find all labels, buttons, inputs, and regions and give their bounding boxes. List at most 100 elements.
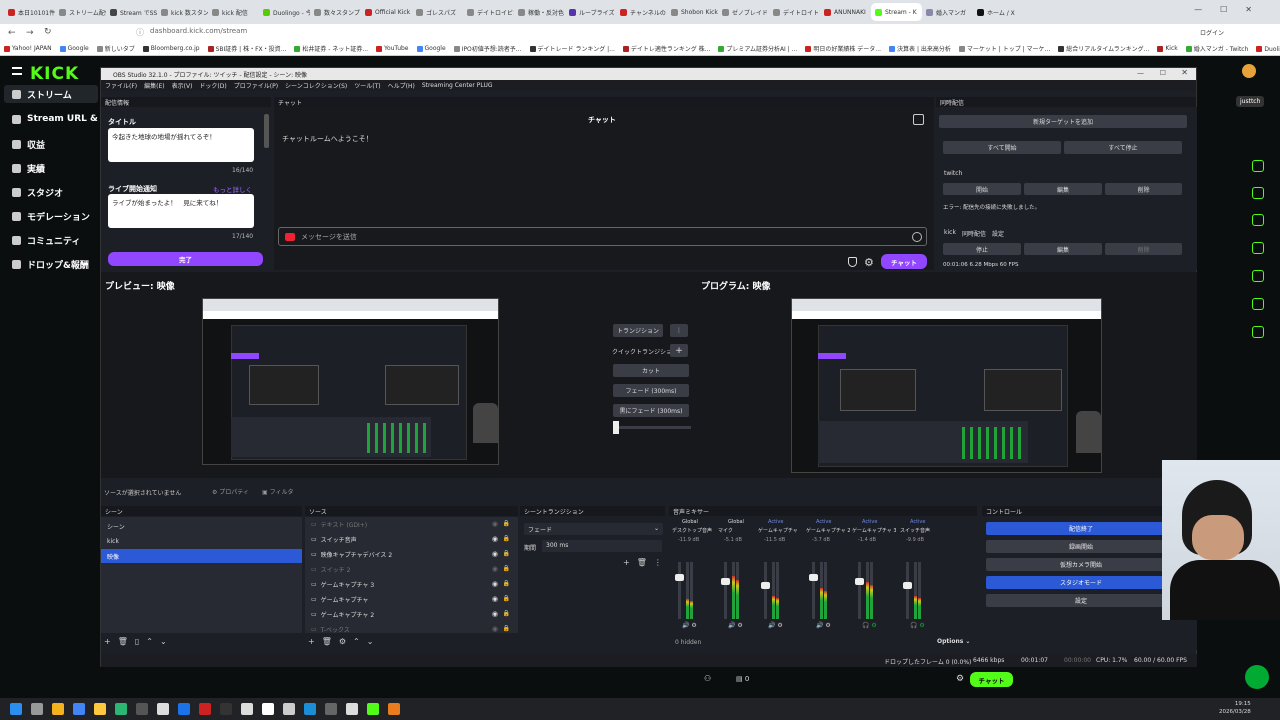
visibility-icon[interactable]: ◉ (492, 580, 498, 588)
taskbar-app-icon[interactable] (94, 703, 106, 715)
visibility-icon[interactable]: ◉ (492, 565, 498, 573)
browser-tab[interactable]: kick 配信 (208, 3, 259, 21)
obs-menu-item[interactable]: ドック(D) (199, 81, 226, 90)
clips-count[interactable]: ▤ 0 (736, 675, 749, 683)
done-button[interactable]: 完了 (108, 252, 263, 266)
mixer-channel-controls[interactable]: 🎧 ⚙ (862, 622, 877, 629)
browser-tab[interactable]: 数々スタンプ (310, 3, 361, 21)
browser-tab[interactable]: Shobon Kick (667, 3, 718, 21)
source-item[interactable]: ▭ テキスト (GDI+) ◉ 🔒 (305, 517, 518, 532)
properties-button[interactable]: ⚙ プロパティ (212, 487, 249, 496)
taskbar-app-icon[interactable] (178, 703, 190, 715)
preview-canvas[interactable] (202, 298, 499, 465)
taskbar-app-icon[interactable] (157, 703, 169, 715)
add-quick-transition-icon[interactable]: + (670, 344, 688, 357)
scene-item[interactable]: 映像 (101, 549, 302, 563)
mixer-channel-controls[interactable]: 🎧 ⚙ (910, 622, 925, 629)
bookmark-item[interactable]: Duolingo - 学習効果が... (1256, 44, 1280, 53)
minimize-icon[interactable]: — (1137, 69, 1144, 77)
fade-button[interactable]: フェード (300ms) (613, 384, 689, 397)
taskbar-app-icon[interactable] (73, 703, 85, 715)
obs-menu-item[interactable]: 編集(E) (144, 81, 164, 90)
bookmark-item[interactable]: 明日の好業績株 データ... (805, 44, 881, 53)
filters-button[interactable]: ▣ フィルタ (262, 487, 293, 496)
lock-icon[interactable]: 🔒 (503, 520, 510, 527)
nav-item-2[interactable]: 収益 (12, 138, 45, 151)
mixer-channel-controls[interactable]: 🔊 ⚙ (768, 622, 783, 629)
volume-fader[interactable] (812, 562, 815, 619)
rail-icon-7[interactable] (1252, 326, 1264, 338)
rail-icon-2[interactable] (1252, 187, 1264, 199)
obs-menu-item[interactable]: プロファイル(P) (234, 81, 278, 90)
volume-fader-knob[interactable] (903, 582, 912, 589)
visibility-icon[interactable]: ◉ (492, 595, 498, 603)
kick-stop-button[interactable]: 停止 (943, 243, 1021, 255)
bookmark-item[interactable]: マーケット | トップ | マーケ... (958, 44, 1050, 53)
nav-item-0[interactable]: ストリーム (4, 85, 98, 103)
bookmark-item[interactable]: 決算表 | 出来高分析 (889, 44, 951, 53)
gear-icon[interactable]: ⚙ (864, 256, 874, 269)
taskbar-app-icon[interactable] (283, 703, 295, 715)
rail-icon-1[interactable] (1252, 160, 1264, 172)
browser-tab[interactable]: ANUNNAKI (820, 3, 871, 21)
volume-fader[interactable] (906, 562, 909, 619)
back-icon[interactable]: ← (8, 28, 16, 38)
taskbar-app-icon[interactable] (220, 703, 232, 715)
browser-tab[interactable]: 本日10101件 (4, 3, 55, 21)
lock-icon[interactable]: 🔒 (503, 625, 510, 632)
control-button-2[interactable]: 仮想カメラ開始 (986, 558, 1176, 571)
t-bar-handle[interactable] (613, 421, 619, 434)
source-item[interactable]: ▭ 映像キャプチャデバイス 2 ◉ 🔒 (305, 547, 518, 562)
transition-button[interactable]: トランジション (613, 324, 663, 337)
kick-edit-button[interactable]: 編集 (1024, 243, 1102, 255)
source-item[interactable]: ▭ ゲームキャプチャ 2 ◉ 🔒 (305, 607, 518, 622)
bottom-chat-button[interactable]: チャット (970, 672, 1013, 687)
volume-fader[interactable] (724, 562, 727, 619)
visibility-icon[interactable]: ◉ (492, 610, 498, 618)
close-icon[interactable]: ✕ (1181, 68, 1188, 77)
twitch-delete-button[interactable]: 削除 (1105, 183, 1182, 195)
bookmark-item[interactable]: Kick (1157, 45, 1178, 52)
source-item[interactable]: ▭ スイッチ 2 ◉ 🔒 (305, 562, 518, 577)
obs-menu-item[interactable]: シーンコレクション(S) (285, 81, 347, 90)
volume-fader-knob[interactable] (855, 578, 864, 585)
browser-tab[interactable]: ゼノブレイド (718, 3, 769, 21)
taskbar-app-icon[interactable] (52, 703, 64, 715)
profile-button[interactable]: ログイン (1200, 28, 1224, 37)
transition-select[interactable]: フェード ⌄ (524, 523, 663, 535)
url-field[interactable]: dashboard.kick.com/stream (150, 27, 247, 35)
kick-logo[interactable]: KICK (30, 64, 79, 84)
bookmark-item[interactable]: SBI証券 | 株・FX・投資... (207, 44, 286, 53)
bookmark-item[interactable]: 婚入マンガ - Twitch (1185, 44, 1248, 53)
lock-icon[interactable]: 🔒 (503, 565, 510, 572)
forward-icon[interactable]: → (26, 28, 34, 38)
twitch-start-button[interactable]: 開始 (943, 183, 1021, 195)
source-item[interactable]: ▭ スイッチ音声 ◉ 🔒 (305, 532, 518, 547)
visibility-icon[interactable]: ◉ (492, 550, 498, 558)
browser-tab[interactable]: ストリーム配信 (55, 3, 106, 21)
mixer-options-button[interactable]: Options ⌄ (937, 638, 970, 645)
browser-tab[interactable]: 婚入マンガ (922, 3, 973, 21)
obs-menu-item[interactable]: 表示(V) (172, 81, 193, 90)
nav-item-3[interactable]: 実績 (12, 162, 45, 175)
rail-icon-5[interactable] (1252, 270, 1264, 282)
twitch-edit-button[interactable]: 編集 (1024, 183, 1102, 195)
taskbar-app-icon[interactable] (136, 703, 148, 715)
kick-delete-button[interactable]: 削除 (1105, 243, 1182, 255)
avatar[interactable] (1242, 64, 1256, 78)
taskbar-app-icon[interactable] (115, 703, 127, 715)
volume-fader-knob[interactable] (761, 582, 770, 589)
volume-fader-knob[interactable] (721, 578, 730, 585)
bookmark-item[interactable]: Google (59, 45, 89, 52)
browser-tab[interactable]: Stream でSSSを (106, 3, 157, 21)
scene-item[interactable]: シーン (101, 519, 302, 533)
browser-tab[interactable]: Duolingo - 今 (259, 3, 310, 21)
source-item[interactable]: ▭ ゲームキャプチャ ◉ 🔒 (305, 592, 518, 607)
source-item[interactable]: ▭ ゲームキャプチャ 3 ◉ 🔒 (305, 577, 518, 592)
control-button-0[interactable]: 配信終了 (986, 522, 1176, 535)
learn-more-link[interactable]: もっと詳しく (213, 184, 252, 194)
nav-item-7[interactable]: ドロップ&報酬 (12, 258, 89, 271)
browser-tab[interactable]: デイトロイトブ (769, 3, 820, 21)
emoji-icon[interactable] (912, 232, 922, 242)
volume-fader-knob[interactable] (675, 574, 684, 581)
